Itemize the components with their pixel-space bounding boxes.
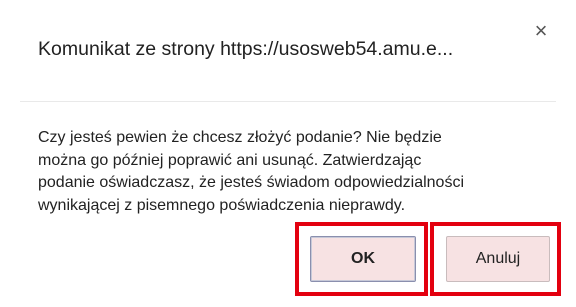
message-line: Czy jesteś pewien że chcesz złożyć podan… bbox=[38, 129, 442, 146]
dialog-message: Czy jesteś pewien że chcesz złożyć podan… bbox=[38, 127, 548, 217]
title-divider bbox=[20, 101, 556, 102]
message-line: wynikającej z pisemnego poświadczenia ni… bbox=[38, 196, 406, 214]
cancel-button[interactable]: Anuluj bbox=[446, 236, 550, 282]
ok-button-highlight: OK bbox=[295, 222, 428, 296]
dialog-title: Komunikat ze strony https://usosweb54.am… bbox=[38, 38, 454, 60]
message-line: podanie oświadczasz, że jesteś świadom o… bbox=[38, 174, 465, 191]
alert-dialog: × Komunikat ze strony https://usosweb54.… bbox=[0, 0, 576, 307]
ok-button[interactable]: OK bbox=[310, 236, 416, 282]
cancel-button-highlight: Anuluj bbox=[430, 222, 561, 296]
message-line: można go później poprawić ani usunąć. Za… bbox=[38, 151, 422, 169]
